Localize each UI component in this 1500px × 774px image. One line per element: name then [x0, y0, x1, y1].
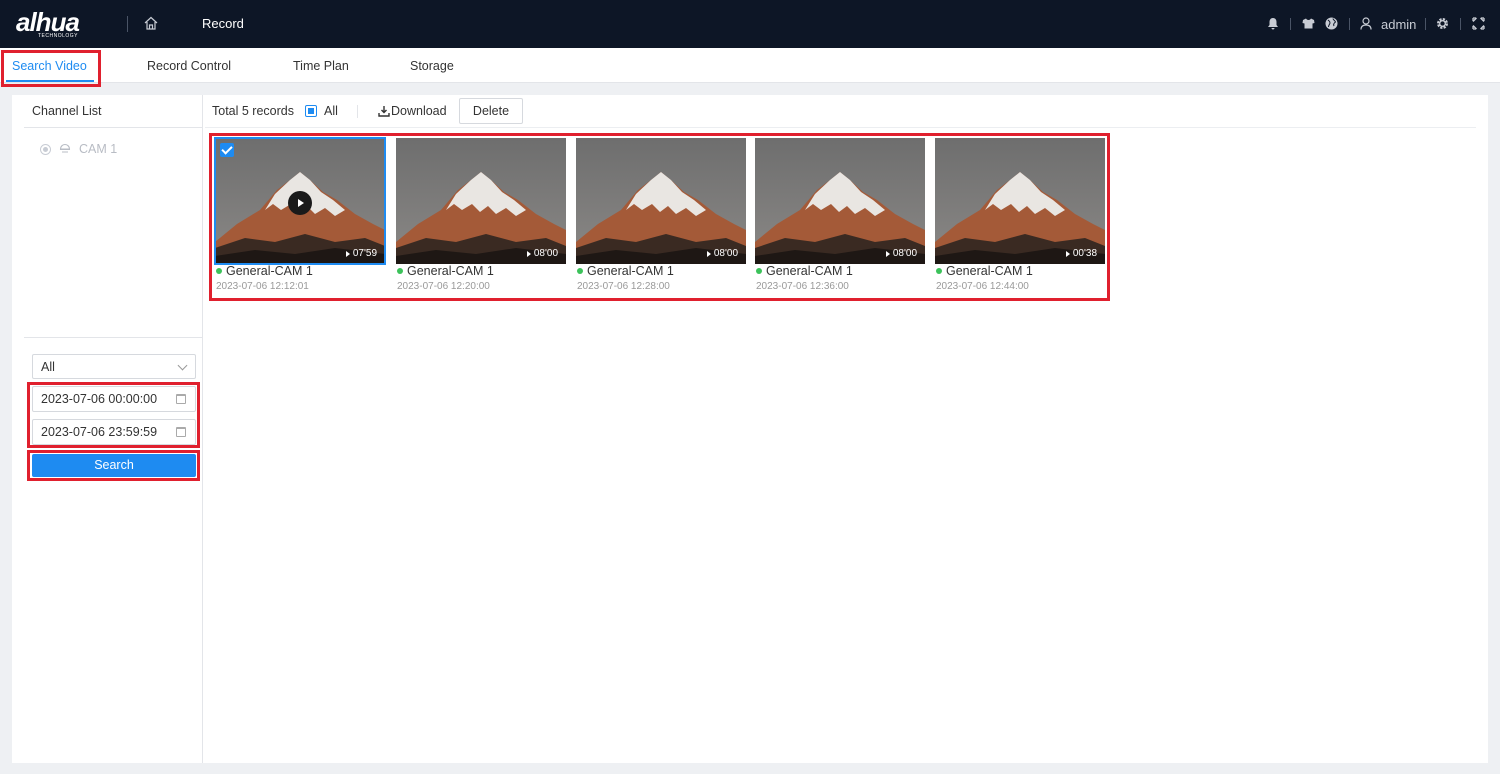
tab-storage[interactable]: Storage — [410, 48, 454, 83]
download-label: Download — [391, 104, 447, 118]
select-all-label[interactable]: All — [324, 104, 338, 118]
record-card[interactable]: 07'59 General-CAM 1 2023-07-06 12:12:01 — [214, 137, 386, 294]
divider — [1460, 18, 1461, 30]
play-triangle-icon — [885, 250, 890, 257]
record-time: 2023-07-06 12:12:01 — [216, 281, 309, 292]
record-time: 2023-07-06 12:36:00 — [756, 281, 849, 292]
logo-subtext: TECHNOLOGY — [38, 33, 79, 39]
record-name-text: General-CAM 1 — [226, 264, 313, 278]
gear-icon[interactable] — [1436, 17, 1449, 30]
record-card[interactable]: 08'00 General-CAM 1 2023-07-06 12:28:00 — [576, 138, 746, 294]
start-time-value: 2023-07-06 00:00:00 — [41, 392, 158, 406]
status-dot-icon — [397, 268, 403, 274]
video-thumbnail[interactable]: 07'59 — [214, 137, 386, 265]
duration-badge: 08'00 — [526, 248, 558, 259]
duration-badge: 08'00 — [885, 248, 917, 259]
divider — [24, 127, 203, 128]
end-time-field[interactable]: 2023-07-06 23:59:59 — [32, 419, 196, 445]
duration-text: 08'00 — [533, 248, 558, 259]
duration-badge: 00'38 — [1065, 248, 1097, 259]
tab-bar: Search Video Record Control Time Plan St… — [0, 48, 1500, 83]
divider — [1349, 18, 1350, 30]
channel-label: CAM 1 — [79, 142, 118, 156]
logo-text: alhua — [16, 7, 80, 37]
duration-text: 08'00 — [892, 248, 917, 259]
username[interactable]: admin — [1381, 17, 1416, 32]
status-dot-icon — [936, 268, 942, 274]
download-icon — [378, 106, 390, 117]
shirt-icon[interactable] — [1302, 18, 1315, 29]
record-card[interactable]: 00'38 General-CAM 1 2023-07-06 12:44:00 — [935, 138, 1105, 294]
divider — [24, 337, 203, 338]
divider — [1290, 18, 1291, 30]
play-triangle-icon — [526, 250, 531, 257]
duration-badge: 08'00 — [706, 248, 738, 259]
play-triangle-icon — [706, 250, 711, 257]
record-name: General-CAM 1 — [577, 264, 674, 278]
record-card[interactable]: 08'00 General-CAM 1 2023-07-06 12:20:00 — [396, 138, 566, 294]
record-card[interactable]: 08'00 General-CAM 1 2023-07-06 12:36:00 — [755, 138, 925, 294]
record-name: General-CAM 1 — [936, 264, 1033, 278]
duration-text: 08'00 — [713, 248, 738, 259]
play-triangle-icon — [1065, 250, 1070, 257]
video-thumbnail[interactable]: 00'38 — [935, 138, 1105, 264]
radio-button[interactable] — [40, 143, 51, 155]
duration-badge: 07'59 — [345, 248, 377, 259]
home-icon[interactable] — [143, 15, 159, 31]
divider — [205, 127, 1476, 128]
record-name-text: General-CAM 1 — [766, 264, 853, 278]
record-name: General-CAM 1 — [756, 264, 853, 278]
record-type-select[interactable]: All — [32, 354, 196, 379]
tab-search-video[interactable]: Search Video — [12, 48, 87, 83]
checkbox-icon[interactable] — [220, 143, 234, 157]
video-thumbnail[interactable]: 08'00 — [576, 138, 746, 264]
play-triangle-icon — [345, 250, 350, 257]
divider — [1425, 18, 1426, 30]
calendar-icon[interactable] — [176, 394, 186, 404]
fullscreen-icon[interactable] — [1472, 17, 1485, 30]
record-type-value: All — [41, 360, 55, 374]
user-icon[interactable] — [1360, 17, 1372, 30]
top-bar: alhua TECHNOLOGY Record admin — [0, 0, 1500, 48]
search-button[interactable]: Search — [32, 454, 196, 477]
divider — [357, 105, 358, 118]
duration-text: 00'38 — [1072, 248, 1097, 259]
record-name-text: General-CAM 1 — [407, 264, 494, 278]
start-time-field[interactable]: 2023-07-06 00:00:00 — [32, 386, 196, 412]
record-name: General-CAM 1 — [397, 264, 494, 278]
divider — [127, 16, 128, 32]
total-records: Total 5 records — [212, 104, 294, 118]
end-time-value: 2023-07-06 23:59:59 — [41, 425, 158, 439]
record-time: 2023-07-06 12:44:00 — [936, 281, 1029, 292]
select-all-checkbox[interactable] — [305, 105, 317, 117]
tab-record-control[interactable]: Record Control — [147, 48, 231, 83]
download-button[interactable]: Download — [378, 104, 447, 118]
status-dot-icon — [577, 268, 583, 274]
dome-camera-icon — [59, 143, 71, 153]
record-time: 2023-07-06 12:20:00 — [397, 281, 490, 292]
bell-icon[interactable] — [1267, 17, 1279, 30]
record-name-text: General-CAM 1 — [946, 264, 1033, 278]
status-dot-icon — [216, 268, 222, 274]
calendar-icon[interactable] — [176, 427, 186, 437]
channel-list-heading: Channel List — [32, 104, 102, 118]
active-tab-indicator — [6, 80, 94, 82]
play-icon[interactable] — [288, 191, 312, 215]
record-name-text: General-CAM 1 — [587, 264, 674, 278]
record-time: 2023-07-06 12:28:00 — [577, 281, 670, 292]
status-dot-icon — [756, 268, 762, 274]
video-thumbnail[interactable]: 08'00 — [396, 138, 566, 264]
video-thumbnail[interactable]: 08'00 — [755, 138, 925, 264]
channel-item-cam1[interactable]: CAM 1 — [40, 142, 117, 156]
tab-time-plan[interactable]: Time Plan — [293, 48, 349, 83]
breadcrumb: Record — [202, 16, 244, 31]
brand-logo[interactable]: alhua TECHNOLOGY — [16, 9, 102, 39]
globe-icon[interactable] — [1325, 17, 1338, 30]
duration-text: 07'59 — [352, 248, 377, 259]
record-name: General-CAM 1 — [216, 264, 313, 278]
chevron-down-icon — [177, 360, 188, 371]
delete-button[interactable]: Delete — [459, 98, 523, 124]
